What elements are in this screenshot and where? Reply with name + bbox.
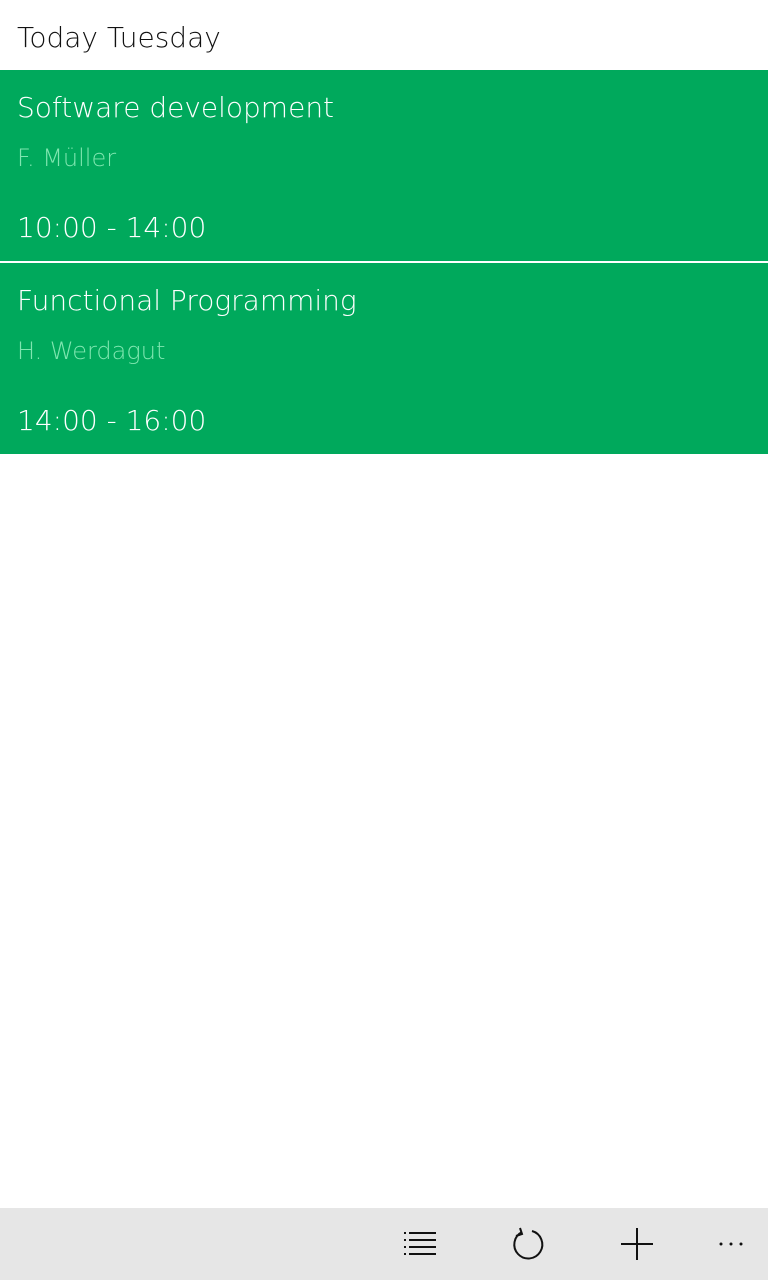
lesson-card[interactable]: Software development F. Müller 10:00 - 1… (0, 70, 768, 263)
lesson-time: 14:00 - 16:00 (17, 404, 207, 437)
add-button[interactable] (601, 1208, 673, 1280)
app-page: Today Tuesday Software development F. Mü… (0, 0, 768, 1280)
list-button[interactable] (384, 1208, 456, 1280)
lesson-card[interactable]: Functional Programming H. Werdagut 14:00… (0, 263, 768, 454)
header: Today Tuesday (0, 0, 768, 70)
lesson-teacher: F. Müller (17, 144, 117, 172)
add-icon (619, 1226, 655, 1262)
lesson-teacher: H. Werdagut (17, 337, 166, 365)
refresh-icon (510, 1226, 546, 1262)
lesson-subject: Software development (17, 91, 335, 124)
refresh-button[interactable] (492, 1208, 564, 1280)
app-bar (0, 1208, 768, 1280)
lesson-time: 10:00 - 14:00 (17, 211, 207, 244)
page-title: Today Tuesday (17, 21, 221, 54)
more-icon (717, 1240, 745, 1248)
more-button[interactable] (694, 1208, 768, 1280)
lesson-subject: Functional Programming (17, 284, 357, 317)
lesson-list: Software development F. Müller 10:00 - 1… (0, 70, 768, 454)
list-icon (402, 1230, 438, 1258)
